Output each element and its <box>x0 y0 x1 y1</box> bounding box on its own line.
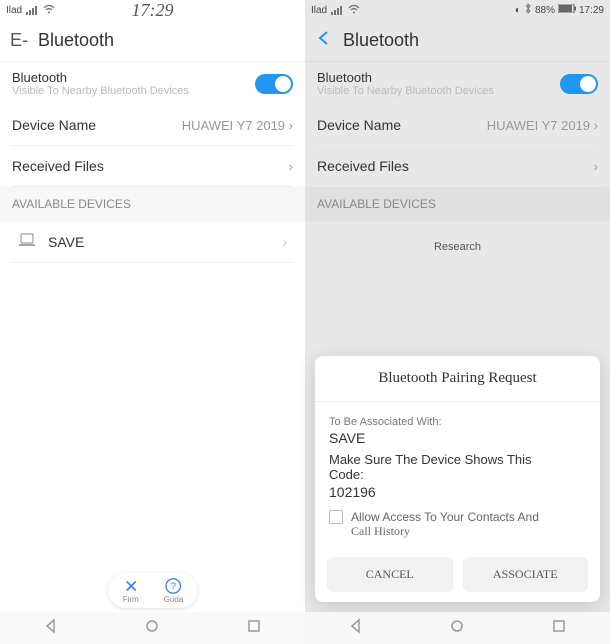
status-time: 17:29 <box>132 0 174 21</box>
searching-text: Research <box>305 221 610 273</box>
nav-bar <box>305 612 610 644</box>
chevron-right-icon: › <box>594 118 598 133</box>
cancel-button[interactable]: CANCEL <box>327 557 453 592</box>
assoc-value: SAVE <box>329 430 586 446</box>
assoc-label: To Be Associated With: <box>329 416 586 428</box>
signal-icon <box>331 6 342 15</box>
bluetooth-icon <box>524 3 532 17</box>
svg-text:?: ? <box>171 582 177 593</box>
bluetooth-toggle-row[interactable]: Bluetooth Visible To Nearby Bluetooth De… <box>305 62 610 105</box>
pairing-dialog: Bluetooth Pairing Request To Be Associat… <box>315 356 600 602</box>
pill-close[interactable]: Firm <box>122 577 140 604</box>
nav-recent-icon[interactable] <box>551 618 567 639</box>
bluetooth-subtext: Visible To Nearby Bluetooth Devices <box>12 85 189 97</box>
device-name-label: Device Name <box>317 117 401 133</box>
device-name: SAVE <box>48 234 84 250</box>
received-files-label: Received Files <box>12 158 104 174</box>
dnd-icon: ◐ <box>515 5 521 16</box>
available-devices-header: AVAILABLE DEVICES <box>0 187 305 221</box>
page-title: Bluetooth <box>343 30 419 51</box>
dialog-msg2: Code: <box>329 467 586 482</box>
available-devices-header: AVAILABLE DEVICES <box>305 187 610 221</box>
device-row[interactable]: SAVE › <box>12 221 293 263</box>
page-title: Bluetooth <box>38 30 114 51</box>
bluetooth-toggle[interactable] <box>255 74 293 94</box>
checkbox-label2: Call History <box>351 524 539 539</box>
dialog-msg1: Make Sure The Device Shows This <box>329 452 586 467</box>
nav-back-icon[interactable] <box>43 618 59 639</box>
battery-icon <box>558 4 576 16</box>
received-files-row[interactable]: Received Files › <box>317 146 598 187</box>
bluetooth-label: Bluetooth <box>317 70 494 85</box>
header: E- Bluetooth <box>0 20 305 62</box>
nav-recent-icon[interactable] <box>246 618 262 639</box>
device-name-row[interactable]: Device Name HUAWEI Y7 2019 › <box>12 105 293 146</box>
status-time: 17:29 <box>579 5 604 16</box>
bluetooth-subtext: Visible To Nearby Bluetooth Devices <box>317 85 494 97</box>
signal-icon <box>26 6 37 15</box>
help-pill: Firm ? Guda <box>108 573 198 608</box>
pill-help[interactable]: ? Guda <box>164 577 184 604</box>
received-files-label: Received Files <box>317 158 409 174</box>
header: Bluetooth <box>305 20 610 62</box>
wifi-icon <box>43 4 55 17</box>
nav-home-icon[interactable] <box>144 618 160 639</box>
received-files-row[interactable]: Received Files › <box>12 146 293 187</box>
device-name-label: Device Name <box>12 117 96 133</box>
bluetooth-toggle-row[interactable]: Bluetooth Visible To Nearby Bluetooth De… <box>0 62 305 105</box>
chevron-right-icon: › <box>282 234 287 250</box>
chevron-right-icon: › <box>289 159 293 174</box>
dialog-title: Bluetooth Pairing Request <box>315 356 600 402</box>
wifi-icon <box>348 4 360 17</box>
nav-back-icon[interactable] <box>348 618 364 639</box>
status-bar: Ilad ◐ 88% 17:29 <box>305 0 610 20</box>
back-arrow-icon[interactable] <box>315 29 333 52</box>
carrier: Ilad <box>311 5 327 16</box>
status-bar: Ilad 17:29 <box>0 0 305 20</box>
bluetooth-label: Bluetooth <box>12 70 189 85</box>
device-name-row[interactable]: Device Name HUAWEI Y7 2019 › <box>317 105 598 146</box>
allow-access-checkbox[interactable] <box>329 510 343 524</box>
associate-button[interactable]: ASSOCIATE <box>463 557 589 592</box>
nav-home-icon[interactable] <box>449 618 465 639</box>
laptop-icon <box>18 233 36 250</box>
nav-bar <box>0 612 305 644</box>
chevron-right-icon: › <box>289 118 293 133</box>
bluetooth-toggle[interactable] <box>560 74 598 94</box>
pairing-code: 102196 <box>329 484 586 500</box>
checkbox-label: Allow Access To Your Contacts And <box>351 510 539 524</box>
battery-pct: 88% <box>535 5 555 16</box>
carrier: Ilad <box>6 5 22 16</box>
back-button[interactable]: E- <box>10 30 28 51</box>
chevron-right-icon: › <box>594 159 598 174</box>
